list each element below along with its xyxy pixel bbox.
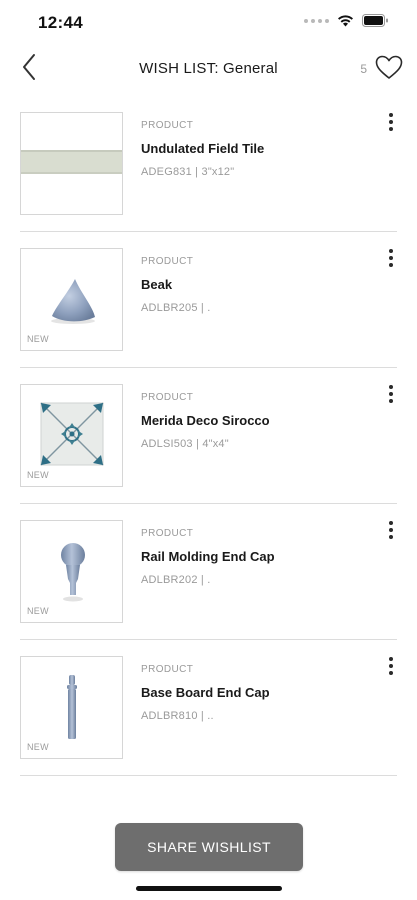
product-image: NEW — [20, 520, 123, 623]
new-badge: NEW — [27, 334, 49, 344]
product-image: NEW — [20, 384, 123, 487]
item-name[interactable]: Merida Deco Sirocco — [141, 413, 367, 428]
share-wishlist-button[interactable]: SHARE WISHLIST — [115, 823, 303, 871]
nav-bar: WISH LIST: General 5 — [0, 44, 417, 92]
wishlist-count: 5 — [360, 62, 367, 76]
more-options-button[interactable] — [381, 382, 401, 406]
battery-icon — [362, 14, 388, 27]
more-vertical-icon — [389, 113, 393, 117]
more-vertical-icon — [389, 657, 393, 661]
product-image: NEW — [20, 248, 123, 351]
product-image: NEW — [20, 656, 123, 759]
list-item[interactable]: PRODUCT Undulated Field Tile ADEG831 | 3… — [20, 96, 397, 232]
more-options-button[interactable] — [381, 246, 401, 270]
list-item[interactable]: NEW PRODUCT Merida Deco Sirocco ADLSI503… — [20, 368, 397, 504]
heart-outline-icon — [375, 55, 403, 79]
more-vertical-icon — [389, 249, 393, 253]
home-indicator — [136, 886, 282, 891]
product-image — [20, 112, 123, 215]
heart-button[interactable] — [373, 52, 405, 82]
item-meta: ADLSI503 | 4"x4" — [141, 438, 229, 450]
item-name[interactable]: Rail Molding End Cap — [141, 549, 367, 564]
item-kind: PRODUCT — [141, 256, 194, 267]
status-icons — [304, 14, 389, 27]
more-vertical-icon — [389, 385, 393, 389]
more-vertical-icon — [389, 521, 393, 525]
more-options-button[interactable] — [381, 654, 401, 678]
page-title: WISH LIST: General — [139, 60, 278, 77]
item-name[interactable]: Beak — [141, 277, 367, 292]
cellular-signal-icon — [304, 18, 329, 23]
new-badge: NEW — [27, 742, 49, 752]
item-meta: ADEG831 | 3"x12" — [141, 166, 235, 178]
list-item[interactable]: NEW PRODUCT Base Board End Cap ADLBR810 … — [20, 640, 397, 776]
item-meta: ADLBR202 | . — [141, 574, 211, 586]
item-meta: ADLBR205 | . — [141, 302, 211, 314]
item-kind: PRODUCT — [141, 120, 194, 131]
status-bar: 12:44 — [0, 0, 417, 44]
status-time: 12:44 — [38, 13, 83, 32]
item-meta: ADLBR810 | .. — [141, 710, 214, 722]
new-badge: NEW — [27, 470, 49, 480]
wifi-icon — [338, 15, 353, 27]
item-name[interactable]: Undulated Field Tile — [141, 141, 367, 156]
new-badge: NEW — [27, 606, 49, 616]
list-item[interactable]: NEW PRODUCT Beak ADLBR205 | . — [20, 232, 397, 368]
field-tile-image — [21, 150, 122, 174]
list-item[interactable]: NEW PRODUCT Rail Molding End Cap ADLBR20… — [20, 504, 397, 640]
item-kind: PRODUCT — [141, 528, 194, 539]
item-name[interactable]: Base Board End Cap — [141, 685, 367, 700]
item-kind: PRODUCT — [141, 392, 194, 403]
more-options-button[interactable] — [381, 110, 401, 134]
item-kind: PRODUCT — [141, 664, 194, 675]
more-options-button[interactable] — [381, 518, 401, 542]
wishlist-list: PRODUCT Undulated Field Tile ADEG831 | 3… — [0, 96, 417, 776]
